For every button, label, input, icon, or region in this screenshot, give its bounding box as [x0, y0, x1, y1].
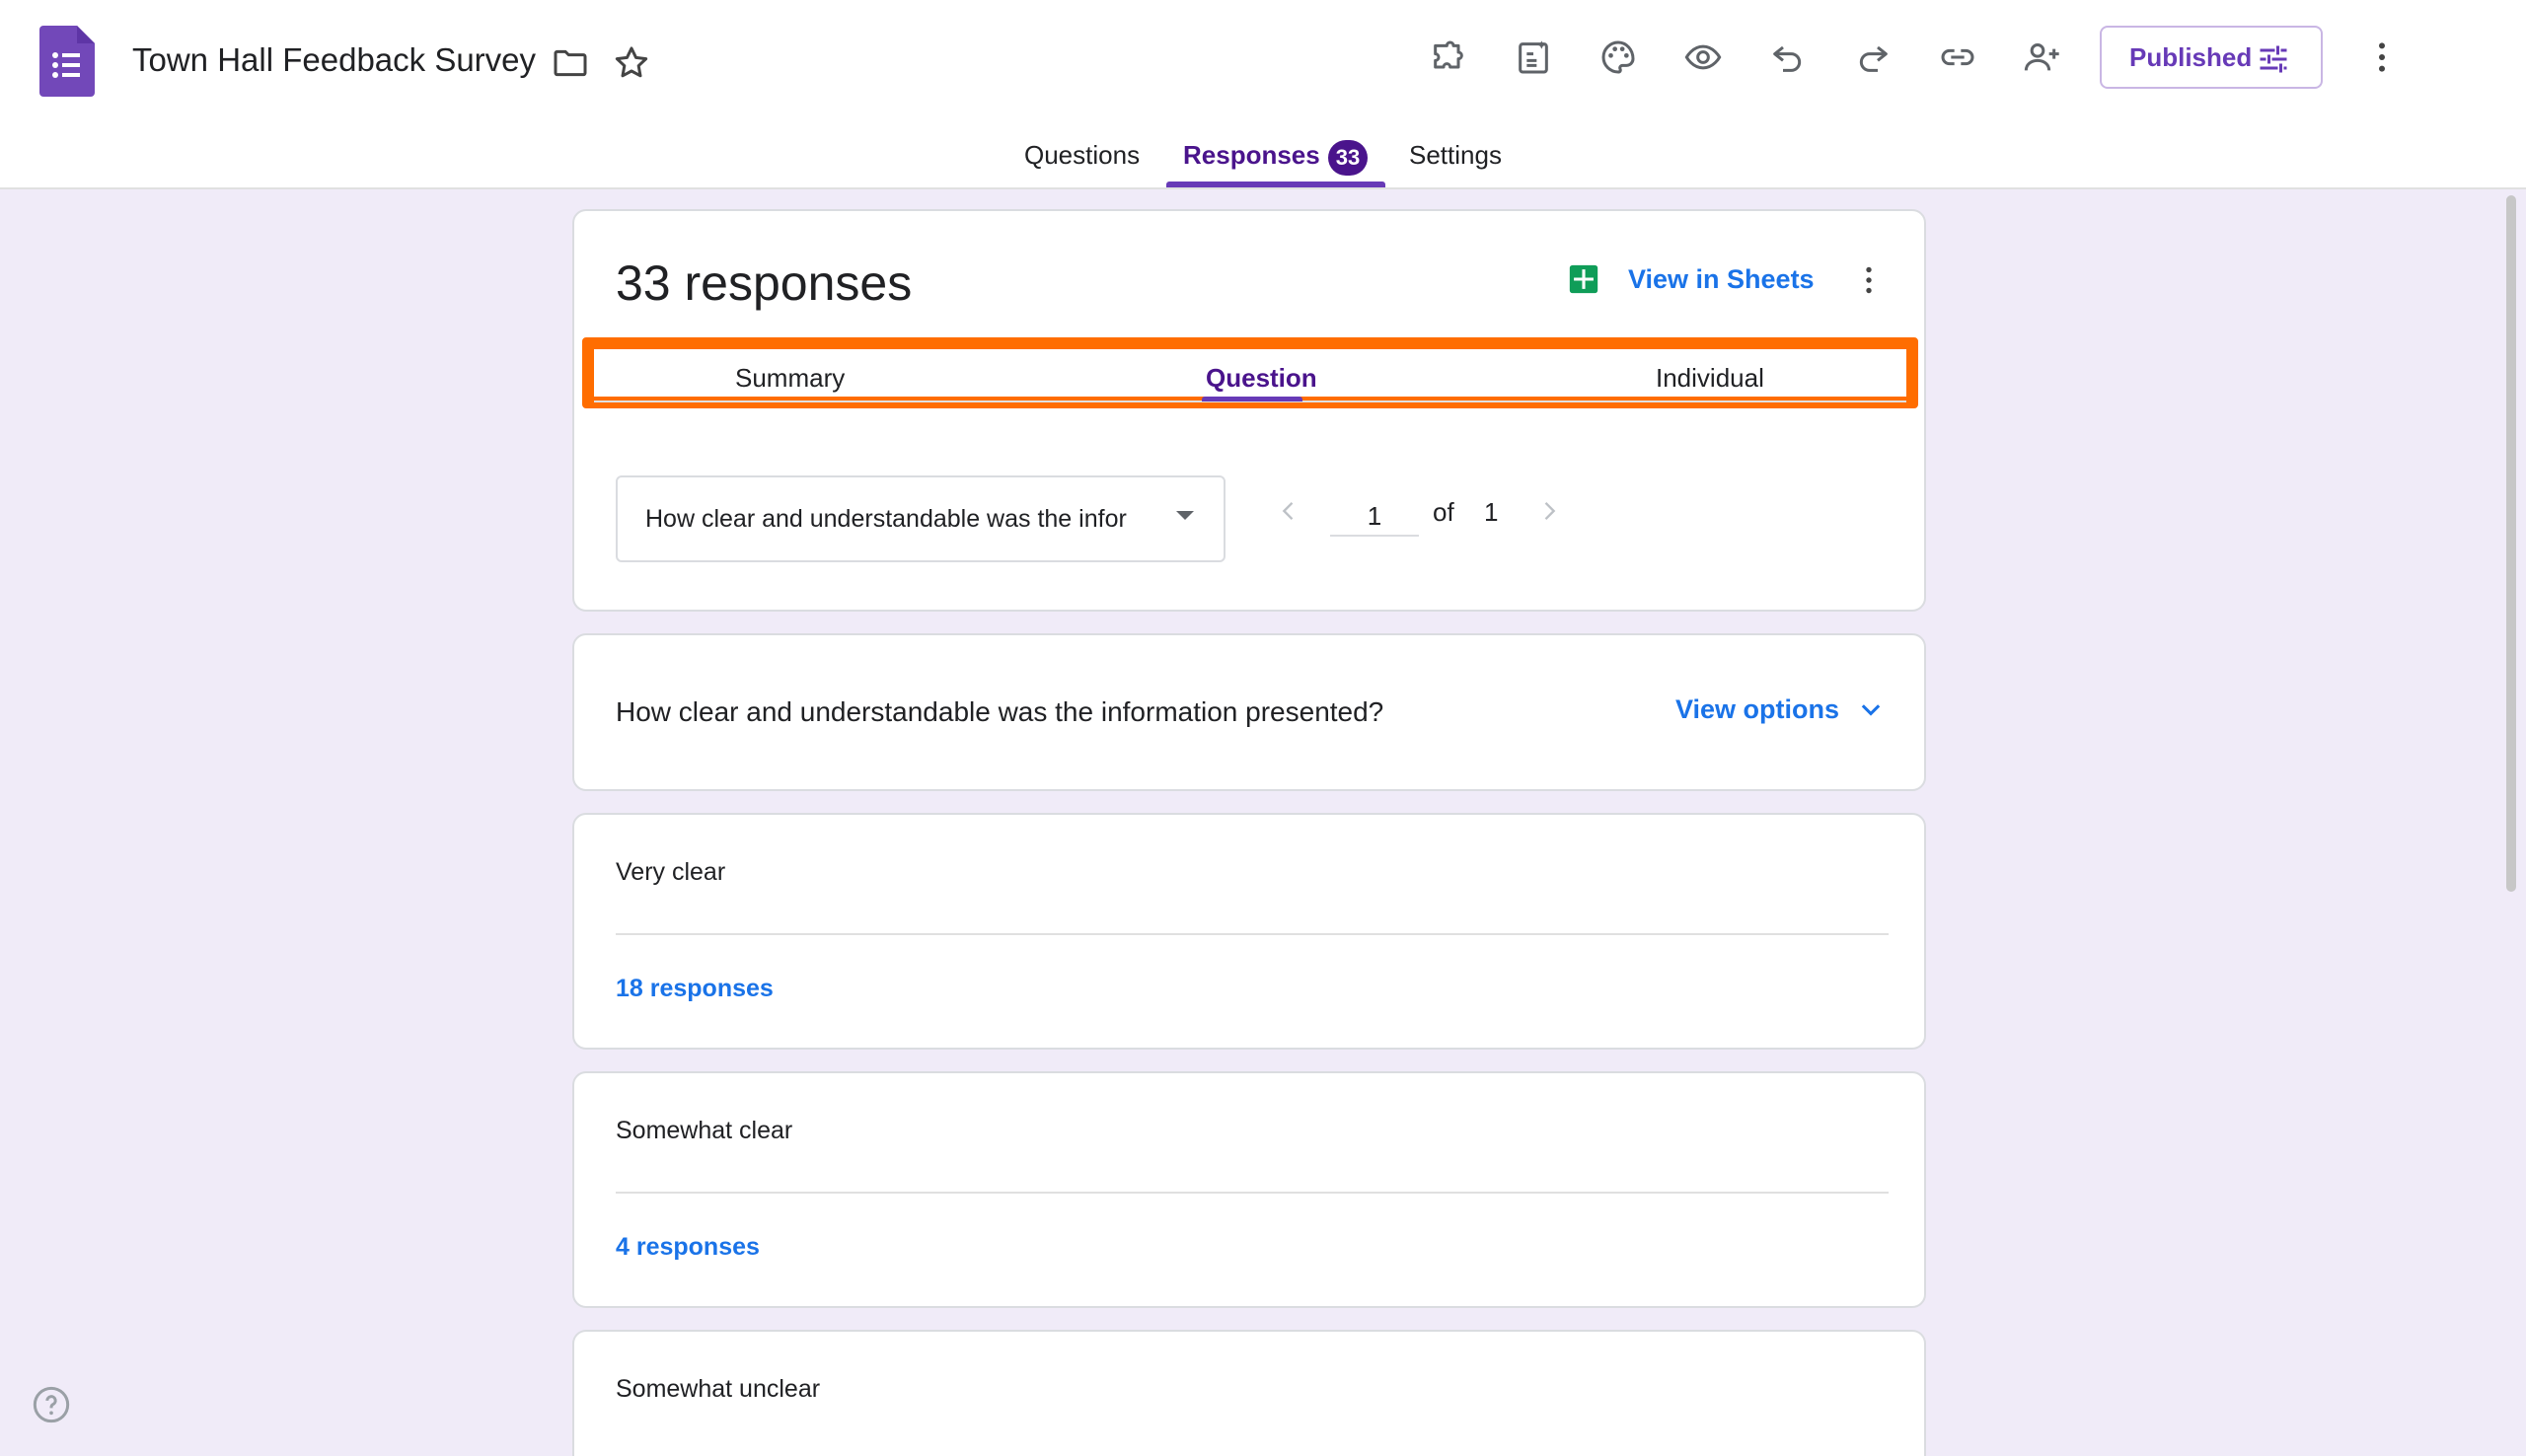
question-dropdown-value: How clear and understandable was the inf…	[645, 504, 1127, 533]
tab-responses[interactable]: Responses	[1183, 140, 1320, 171]
subtab-summary[interactable]: Summary	[735, 363, 845, 394]
publish-settings-icon	[2260, 45, 2287, 73]
pager-of-label: of	[1433, 497, 1454, 527]
active-subtab-indicator	[1202, 397, 1302, 401]
subtab-question[interactable]: Question	[1206, 363, 1317, 394]
question-page-input[interactable]: 1	[1330, 489, 1419, 537]
question-dropdown[interactable]: How clear and understandable was the inf…	[616, 475, 1226, 562]
responses-count-heading: 33 responses	[616, 255, 913, 311]
next-question-icon[interactable]	[1535, 497, 1563, 525]
palette-icon[interactable]	[1595, 34, 1642, 81]
active-tab-indicator	[1166, 182, 1385, 187]
view-options-button[interactable]: View options	[1675, 694, 1885, 725]
published-button[interactable]: Published	[2100, 26, 2323, 89]
form-title[interactable]: Town Hall Feedback Survey	[132, 41, 536, 79]
view-options-label: View options	[1675, 694, 1840, 724]
google-forms-logo-icon[interactable]	[39, 26, 95, 97]
answer-text: Very clear	[616, 858, 726, 886]
answer-response-count[interactable]: 4 responses	[616, 1233, 760, 1262]
answer-text: Somewhat unclear	[616, 1375, 821, 1403]
addons-icon[interactable]	[1425, 34, 1472, 81]
google-sheets-icon	[1569, 264, 1598, 294]
app-header: Town Hall Feedback Survey Published Ques…	[0, 0, 2526, 189]
subtab-individual[interactable]: Individual	[1656, 363, 1764, 394]
responses-header-card: 33 responses View in Sheets Summary Ques…	[572, 209, 1926, 612]
dropdown-arrow-icon	[1176, 511, 1194, 520]
more-options-icon[interactable]	[2358, 34, 2406, 81]
response-view-tabs: Summary Question Individual	[582, 337, 1918, 408]
answer-card: Very clear 18 responses	[572, 813, 1926, 1050]
ai-form-icon[interactable]	[1510, 34, 1557, 81]
star-icon[interactable]	[612, 43, 651, 83]
question-title: How clear and understandable was the inf…	[616, 696, 1384, 727]
page-scrollbar[interactable]	[2506, 195, 2516, 892]
responses-count-badge: 33	[1328, 140, 1368, 176]
link-icon[interactable]	[1934, 34, 1981, 81]
tab-settings[interactable]: Settings	[1409, 140, 1502, 171]
tab-questions[interactable]: Questions	[1024, 140, 1140, 171]
responses-more-icon[interactable]	[1849, 260, 1889, 300]
add-collaborator-icon[interactable]	[2019, 34, 2066, 81]
published-label: Published	[2129, 41, 2253, 72]
answer-card: Somewhat unclear	[572, 1330, 1926, 1456]
undo-icon[interactable]	[1764, 34, 1812, 81]
view-in-sheets-label: View in Sheets	[1628, 263, 1815, 294]
answer-divider	[616, 1192, 1889, 1194]
chevron-down-icon	[1861, 703, 1881, 716]
answer-divider	[616, 933, 1889, 935]
pager-total: 1	[1484, 497, 1499, 527]
redo-icon[interactable]	[1849, 34, 1896, 81]
answer-text: Somewhat clear	[616, 1117, 793, 1144]
help-icon[interactable]	[32, 1385, 71, 1424]
view-in-sheets-link[interactable]: View in Sheets	[1567, 262, 1815, 296]
folder-icon[interactable]	[551, 43, 590, 83]
prev-question-icon[interactable]	[1275, 497, 1302, 525]
question-card: How clear and understandable was the inf…	[572, 633, 1926, 791]
answer-response-count[interactable]: 18 responses	[616, 975, 774, 1003]
answer-card: Somewhat clear 4 responses	[572, 1071, 1926, 1308]
preview-icon[interactable]	[1679, 34, 1727, 81]
